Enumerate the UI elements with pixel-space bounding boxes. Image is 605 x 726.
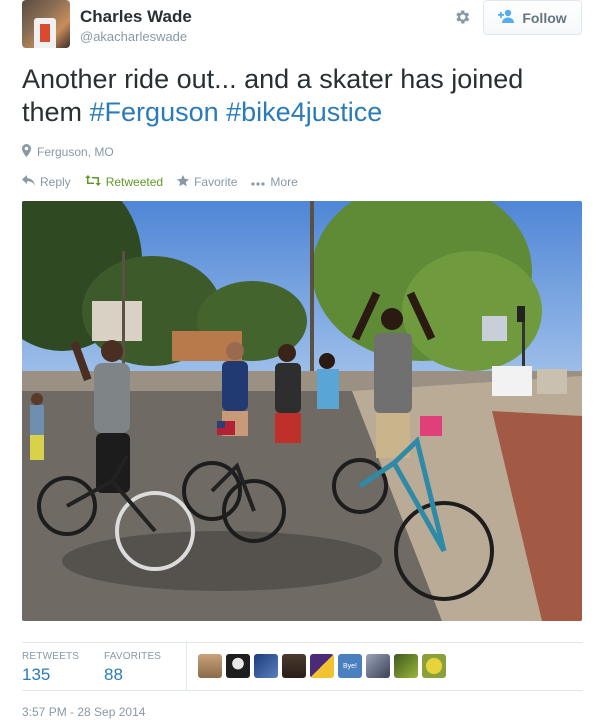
tweet-timestamp[interactable]: 3:57 PM - 28 Sep 2014 — [22, 705, 145, 719]
favoriter-avatar[interactable] — [310, 654, 334, 678]
location-label: Ferguson, MO — [37, 145, 114, 159]
retweet-action[interactable]: Retweeted — [84, 175, 164, 189]
favoriter-avatars: Bye! — [198, 654, 446, 678]
follow-button-label: Follow — [522, 9, 567, 26]
favorites-count: 88 — [104, 665, 123, 684]
tweet-header: Charles Wade @akacharleswade Follow — [22, 0, 583, 52]
favoriter-avatar-text: Bye! — [342, 662, 357, 670]
favoriter-avatar[interactable] — [198, 654, 222, 678]
favoriter-avatar[interactable] — [394, 654, 418, 678]
favoriter-avatar[interactable]: Bye! — [338, 654, 362, 678]
stats-separator — [186, 643, 187, 690]
favoriter-avatar[interactable] — [254, 654, 278, 678]
tweet-actions: Reply Retweeted Favorite More — [22, 173, 312, 191]
tweet-stats: RETWEETS 135 FAVORITES 88 Bye! — [22, 643, 583, 690]
hashtag-bike4justice[interactable]: #bike4justice — [226, 97, 382, 127]
retweet-icon — [84, 175, 101, 189]
retweets-count: 135 — [22, 665, 51, 684]
retweet-label: Retweeted — [105, 175, 164, 189]
favorite-action[interactable]: Favorite — [177, 174, 238, 190]
user-avatar[interactable] — [22, 0, 70, 48]
favoriter-avatar[interactable] — [422, 654, 446, 678]
follow-person-icon — [498, 9, 516, 26]
favorites-stat[interactable]: FAVORITES 88 — [104, 651, 161, 685]
tweet-location[interactable]: Ferguson, MO — [22, 144, 114, 160]
reply-icon — [22, 175, 35, 189]
retweets-stat[interactable]: RETWEETS 135 — [22, 651, 79, 685]
tweet-photo[interactable] — [22, 201, 582, 621]
more-dots-icon — [251, 175, 266, 189]
star-icon — [177, 174, 190, 190]
gear-icon[interactable] — [452, 7, 472, 27]
more-action[interactable]: More — [251, 175, 298, 189]
favoriter-avatar[interactable] — [282, 654, 306, 678]
tweet-text: Another ride out... and a skater has joi… — [22, 63, 582, 129]
stats-divider — [22, 690, 583, 691]
more-label: More — [270, 175, 298, 189]
favorites-label: FAVORITES — [104, 651, 162, 662]
favorite-label: Favorite — [194, 175, 238, 189]
favoriter-avatar[interactable] — [226, 654, 250, 678]
retweets-label: RETWEETS — [22, 651, 80, 662]
reply-action[interactable]: Reply — [22, 175, 71, 189]
favoriter-avatar[interactable] — [366, 654, 390, 678]
hashtag-ferguson[interactable]: #Ferguson — [90, 97, 219, 127]
reply-label: Reply — [40, 175, 71, 189]
screen-name[interactable]: @akacharleswade — [80, 29, 187, 44]
display-name[interactable]: Charles Wade — [80, 7, 192, 27]
follow-button[interactable]: Follow — [483, 0, 582, 35]
location-pin-icon — [22, 144, 31, 160]
